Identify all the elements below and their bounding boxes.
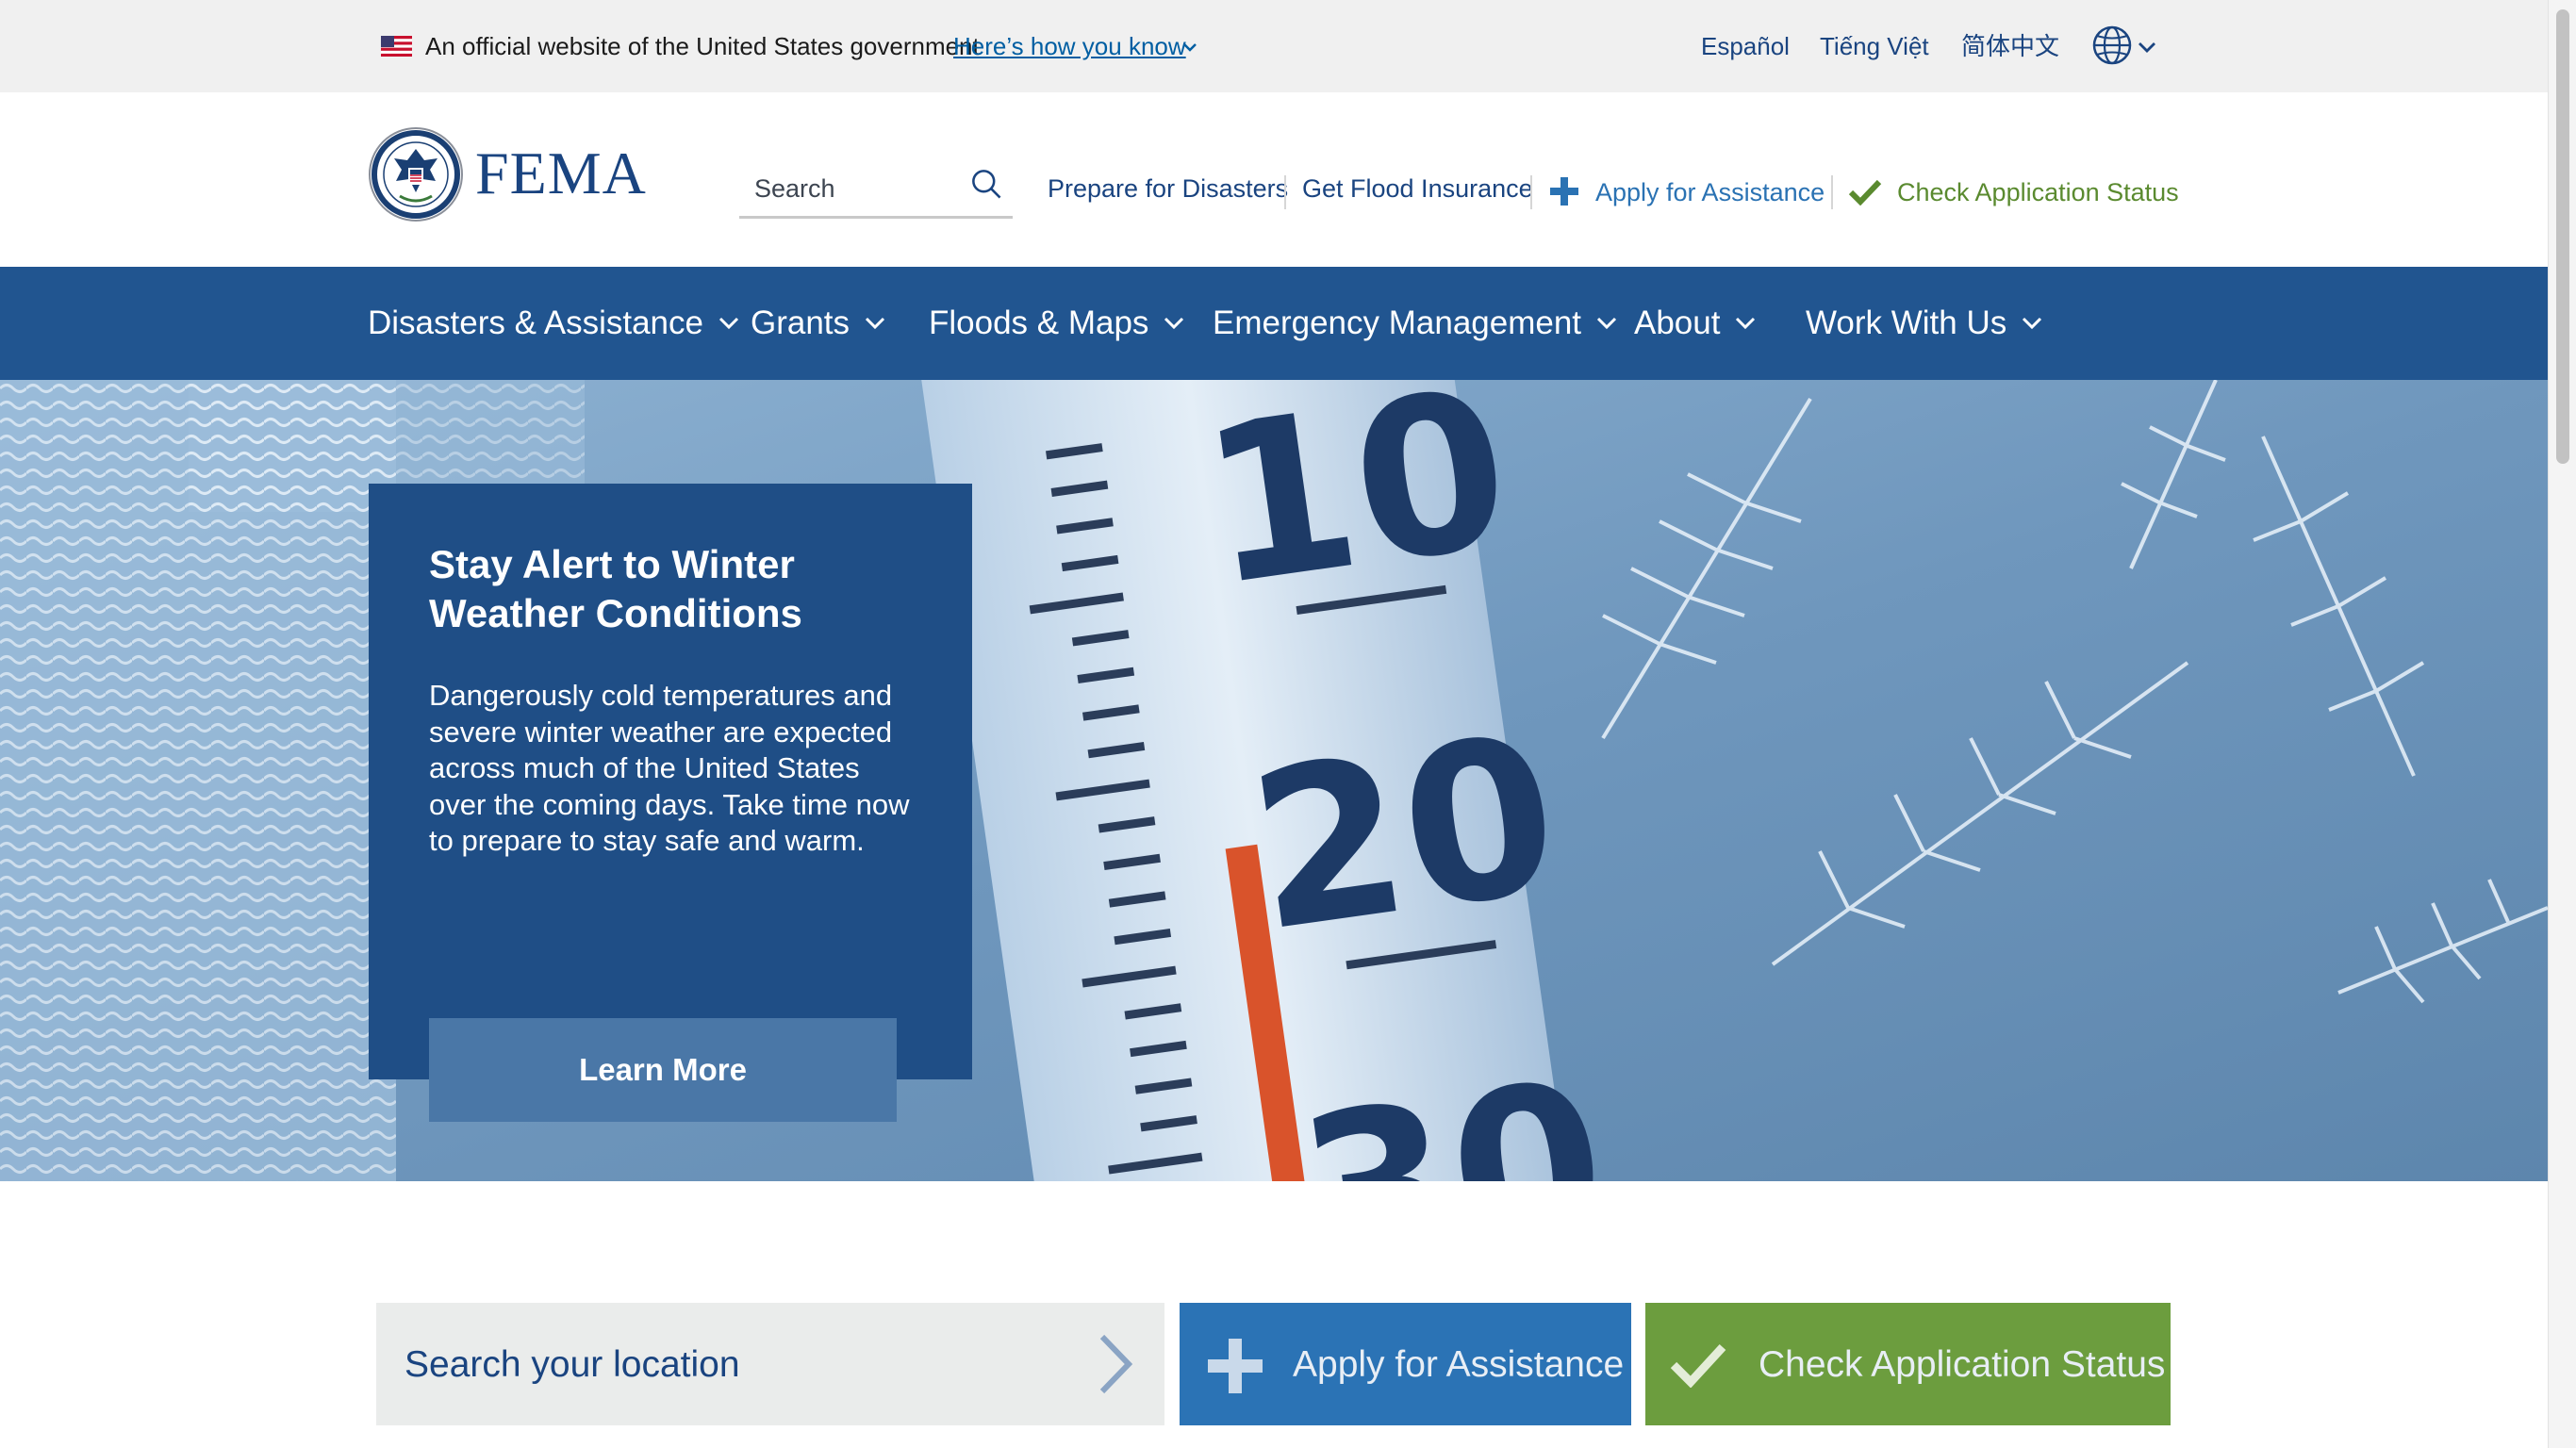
plus-icon	[1208, 1339, 1263, 1393]
search-icon	[972, 169, 1001, 198]
page-scrollbar[interactable]	[2548, 0, 2576, 1448]
search-input[interactable]	[754, 170, 962, 207]
main-nav: Disasters & Assistance Grants Floods & M…	[0, 267, 2548, 380]
chevron-down-icon	[1736, 317, 1756, 329]
header-divider	[1831, 175, 1833, 209]
hero-body: Dangerously cold temperatures and severe…	[429, 679, 910, 857]
chevron-down-icon[interactable]	[1181, 38, 1199, 57]
dhs-seal-logo[interactable]	[368, 126, 464, 222]
nav-item-label: Disasters & Assistance	[368, 304, 703, 341]
header-divider	[1530, 175, 1532, 209]
language-link-vietnamese[interactable]: Tiếng Việt	[1820, 30, 1929, 62]
hero-card: Stay Alert to Winter Weather Conditions …	[369, 484, 972, 1122]
get-flood-insurance-link[interactable]: Get Flood Insurance	[1302, 172, 1533, 206]
checkmark-icon	[1670, 1343, 1726, 1388]
nav-item-label: Floods & Maps	[929, 304, 1149, 341]
nav-item-work-with-us[interactable]: Work With Us	[1806, 301, 2042, 346]
hero-banner: 10 20 30 Stay Alert to Winter Weather Co…	[0, 380, 2548, 1181]
language-link-espanol[interactable]: Español	[1701, 30, 1790, 62]
learn-more-button[interactable]: Learn More	[429, 1018, 897, 1122]
chevron-down-icon	[2023, 317, 2042, 329]
nav-item-emergency-management[interactable]: Emergency Management	[1213, 301, 1617, 346]
chevron-down-icon	[865, 317, 885, 329]
language-menu-chevron-icon[interactable]	[2137, 38, 2157, 57]
us-flag-icon	[381, 36, 412, 57]
chevron-down-icon	[718, 317, 739, 329]
nav-item-grants[interactable]: Grants	[751, 301, 885, 346]
nav-item-floods-maps[interactable]: Floods & Maps	[929, 301, 1184, 346]
apply-button-label: Apply for Assistance	[1293, 1344, 1625, 1385]
chevron-down-icon	[1164, 317, 1184, 329]
apply-for-assistance-link[interactable]: Apply for Assistance	[1595, 175, 1825, 209]
heres-how-you-know-link[interactable]: Here’s how you know	[953, 30, 1186, 62]
chevron-down-icon	[1596, 317, 1617, 329]
search-button[interactable]	[966, 164, 1007, 206]
nav-item-label: Grants	[751, 304, 850, 341]
check-application-status-button[interactable]: Check Application Status	[1645, 1303, 2171, 1425]
official-website-text: An official website of the United States…	[425, 32, 980, 60]
checkmark-icon[interactable]	[1848, 179, 1882, 206]
header-search	[739, 158, 1013, 219]
location-search	[376, 1303, 1164, 1425]
thermometer-number: 10	[1189, 380, 1523, 635]
hero-title: Stay Alert to Winter Weather Conditions	[429, 542, 802, 635]
check-application-status-link[interactable]: Check Application Status	[1897, 175, 2179, 209]
prepare-for-disasters-link[interactable]: Prepare for Disasters	[1048, 172, 1288, 206]
gov-banner: An official website of the United States…	[0, 0, 2548, 92]
chevron-right-icon[interactable]	[1095, 1331, 1136, 1397]
nav-item-about[interactable]: About	[1634, 301, 1756, 346]
nav-item-label: Work With Us	[1806, 304, 2007, 341]
nav-item-disasters-assistance[interactable]: Disasters & Assistance	[368, 301, 739, 346]
fema-logo-text[interactable]: FEMA	[475, 138, 647, 209]
scrollbar-thumb[interactable]	[2556, 9, 2569, 464]
nav-item-label: About	[1634, 304, 1721, 341]
globe-icon[interactable]	[2091, 25, 2133, 66]
language-link-chinese[interactable]: 简体中文	[1961, 30, 2059, 62]
location-search-input[interactable]	[405, 1339, 1046, 1391]
plus-icon[interactable]	[1548, 175, 1580, 207]
apply-for-assistance-button[interactable]: Apply for Assistance	[1180, 1303, 1631, 1425]
nav-item-label: Emergency Management	[1213, 304, 1582, 341]
thermometer-number: 20	[1237, 689, 1571, 980]
header-divider	[1284, 175, 1286, 209]
status-button-label: Check Application Status	[1759, 1344, 2166, 1385]
